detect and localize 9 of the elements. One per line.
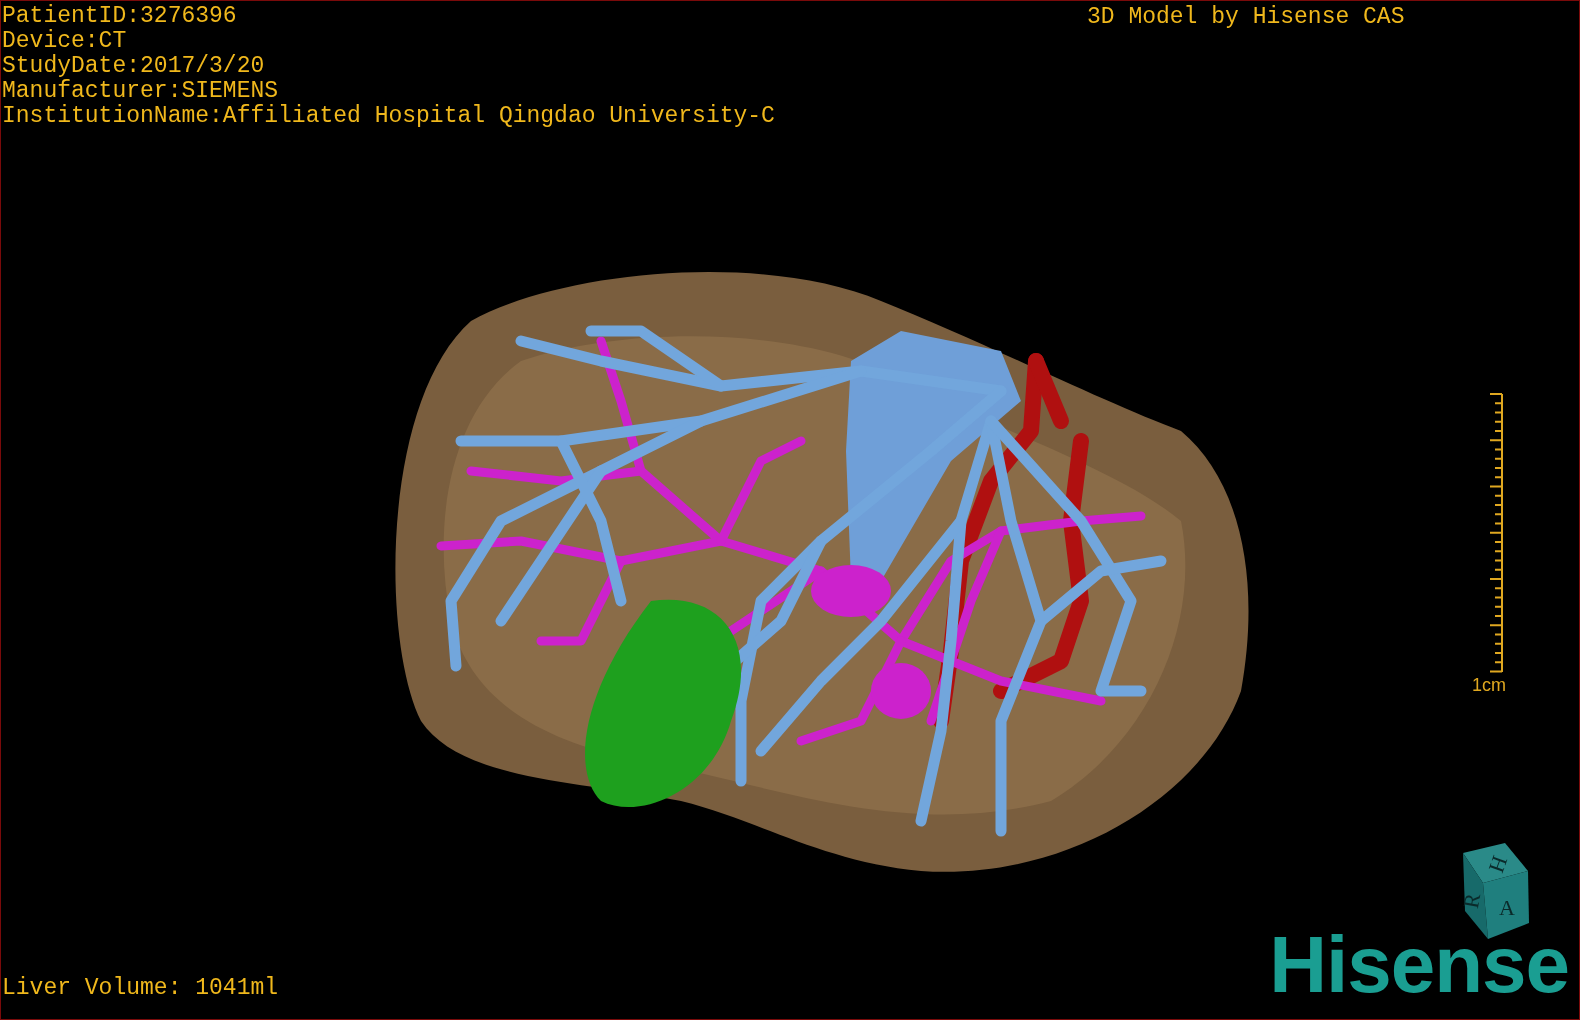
patient-info-line: InstitutionName:Affiliated Hospital Qingdao University-C [2, 104, 775, 129]
patient-info-line: Manufacturer:SIEMENS [2, 79, 279, 104]
patient-info-line: Device:CT [2, 29, 127, 54]
scale-label: 1cm [1472, 675, 1506, 696]
patient-info-line: StudyDate:2017/3/20 [2, 54, 265, 79]
model-title: 3D Model by Hisense CAS [1087, 5, 1405, 30]
patient-info-line: PatientID:3276396 [2, 4, 237, 29]
liver-volume-text: Liver Volume: 1041ml [2, 976, 279, 1001]
scale-ruler-icon [1490, 393, 1504, 673]
